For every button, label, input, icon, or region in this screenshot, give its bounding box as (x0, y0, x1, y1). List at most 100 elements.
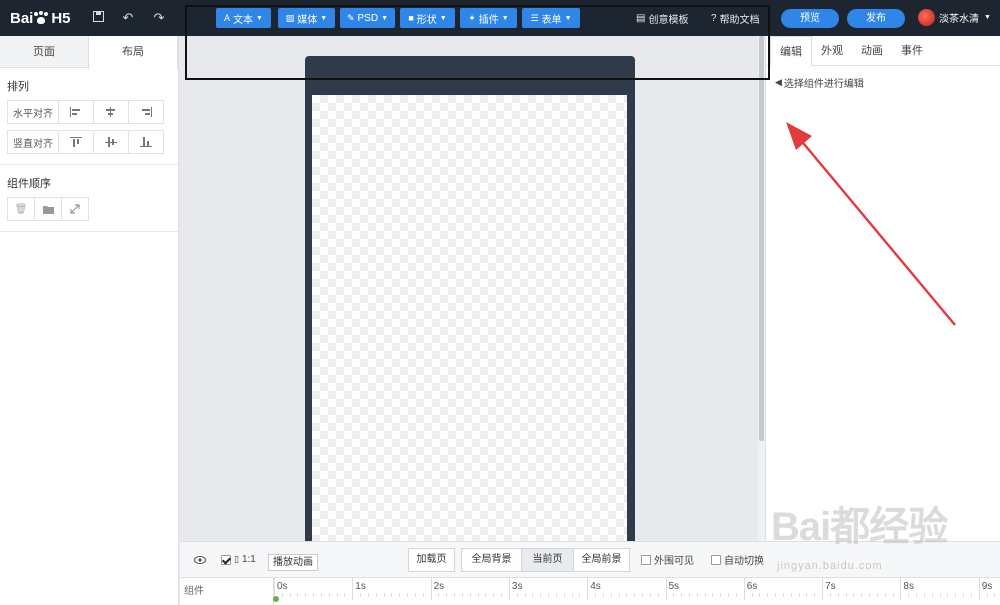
timeline-minor-tick (884, 593, 886, 597)
edit-hint: ◀ 选择组件进行编辑 (775, 77, 864, 90)
timeline-minor-tick (610, 593, 612, 597)
publish-button[interactable]: 发布 (847, 9, 905, 28)
timeline-minor-tick (375, 593, 377, 597)
timeline-minor-tick (790, 593, 792, 597)
timeline-minor-tick (869, 593, 871, 597)
timeline-tick-label: 4s (590, 581, 601, 592)
caret-down-icon: ▼ (984, 14, 991, 21)
timeline[interactable]: 组件 0s 1s 2s 3s 4s 5s 6s 7s 8s 9s (180, 577, 1000, 605)
auto-switch-option[interactable]: 自动切换 (711, 552, 764, 567)
timeline-minor-tick (704, 593, 706, 597)
auto-switch-checkbox[interactable] (711, 554, 721, 565)
redo-icon[interactable]: ↷ (151, 10, 167, 26)
global-background-button[interactable]: 全局背景 (461, 548, 522, 572)
paw-icon (34, 11, 49, 25)
user-menu[interactable]: 淡茶水清 ▼ (918, 9, 991, 26)
timeline-minor-tick (461, 593, 463, 597)
scrollbar-thumb[interactable] (759, 36, 764, 441)
h-align-row: 水平对齐 (7, 100, 178, 124)
align-right-button[interactable] (128, 100, 164, 124)
align-left-button[interactable] (58, 100, 94, 124)
timeline-minor-tick (367, 593, 369, 597)
timeline-minor-tick (853, 593, 855, 597)
tab-event[interactable]: 事件 (892, 36, 932, 65)
ratio-checkbox[interactable] (221, 554, 231, 565)
username: 淡茶水清 (939, 14, 979, 25)
undo-icon[interactable]: ↶ (120, 10, 136, 26)
align-center-icon (105, 107, 117, 117)
canvas-scrollbar[interactable] (758, 36, 765, 541)
play-animation-button[interactable]: 播放动画 (268, 554, 318, 571)
delete-button[interactable]: 🗑 (7, 197, 35, 221)
timeline-minor-tick (775, 593, 777, 597)
group-button[interactable] (34, 197, 62, 221)
tab-page[interactable]: 页面 (0, 36, 88, 67)
h-align-button[interactable]: 水平对齐 (7, 100, 59, 124)
timeline-minor-tick (626, 593, 628, 597)
tab-animation[interactable]: 动画 (852, 36, 892, 65)
timeline-minor-tick (281, 593, 283, 597)
timeline-minor-tick (454, 593, 456, 597)
playhead[interactable] (273, 596, 279, 602)
timeline-minor-tick (837, 593, 839, 597)
timeline-minor-tick (414, 593, 416, 597)
timeline-minor-tick (446, 593, 448, 597)
align-right-icon (140, 107, 152, 117)
outer-visible-option[interactable]: 外围可见 (641, 552, 694, 567)
page-canvas[interactable] (312, 95, 627, 565)
timeline-tick-label: 7s (825, 581, 836, 592)
timeline-minor-tick (642, 593, 643, 597)
timeline-minor-tick (712, 593, 714, 597)
timeline-minor-tick (767, 593, 769, 597)
left-panel: 页面 布局 排列 水平对齐 竖直对齐 组件顺序 🗑 (0, 36, 179, 605)
loading-page-button[interactable]: 加载页 (408, 548, 455, 572)
timeline-minor-tick (923, 593, 925, 597)
align-left-icon (70, 107, 82, 117)
folder-icon (42, 205, 54, 214)
visibility-toggle[interactable] (194, 556, 206, 564)
phone-frame (305, 56, 635, 565)
expand-button[interactable] (61, 197, 89, 221)
timeline-tick-label: 3s (511, 581, 523, 592)
ratio-control[interactable]: ▯ 1:1 (221, 554, 256, 565)
timeline-minor-tick (313, 593, 315, 597)
align-bottom-button[interactable] (128, 130, 164, 154)
outer-visible-checkbox[interactable] (641, 554, 651, 565)
v-align-row: 竖直对齐 (7, 130, 178, 154)
bottom-bar: ▯ 1:1 播放动画 加载页 全局背景 当前页 全局前景 外围可见 自动切换 组… (180, 541, 1000, 605)
avatar (918, 9, 935, 26)
logo-text-left: Bai (10, 9, 34, 27)
tab-appearance[interactable]: 外观 (812, 36, 852, 65)
tab-layout[interactable]: 布局 (88, 36, 178, 69)
timeline-minor-tick (798, 593, 800, 597)
timeline-minor-tick (916, 593, 918, 597)
align-top-button[interactable] (58, 130, 94, 154)
baidu-h5-logo[interactable]: Bai H5 (10, 7, 71, 29)
align-bottom-icon (140, 137, 152, 147)
timeline-minor-tick (876, 593, 878, 597)
timeline-tick-label: 5s (668, 581, 680, 592)
timeline-minor-tick (892, 593, 894, 597)
timeline-minor-tick (297, 593, 299, 597)
timeline-minor-tick (563, 593, 565, 597)
timeline-minor-tick (469, 593, 471, 597)
timeline-minor-tick (908, 593, 910, 597)
align-middle-button[interactable] (93, 130, 129, 154)
timeline-minor-tick (501, 593, 503, 597)
global-foreground-button[interactable]: 全局前景 (573, 548, 630, 572)
timeline-minor-tick (407, 593, 409, 597)
current-page-button[interactable]: 当前页 (521, 548, 574, 572)
save-icon[interactable] (90, 10, 106, 26)
timeline-minor-tick (845, 593, 847, 597)
page-buttons: 加载页 全局背景 当前页 全局前景 (408, 548, 630, 572)
timeline-minor-tick (955, 593, 957, 597)
timeline-minor-tick (540, 593, 542, 597)
timeline-minor-tick (829, 593, 831, 597)
v-align-button[interactable]: 竖直对齐 (7, 130, 59, 154)
timeline-minor-tick (383, 593, 385, 597)
align-center-button[interactable] (93, 100, 129, 124)
tab-edit[interactable]: 编辑 (770, 36, 812, 67)
timeline-minor-tick (391, 593, 393, 597)
preview-button[interactable]: 预览 (781, 9, 839, 28)
phone-icon: ▯ (234, 554, 239, 564)
